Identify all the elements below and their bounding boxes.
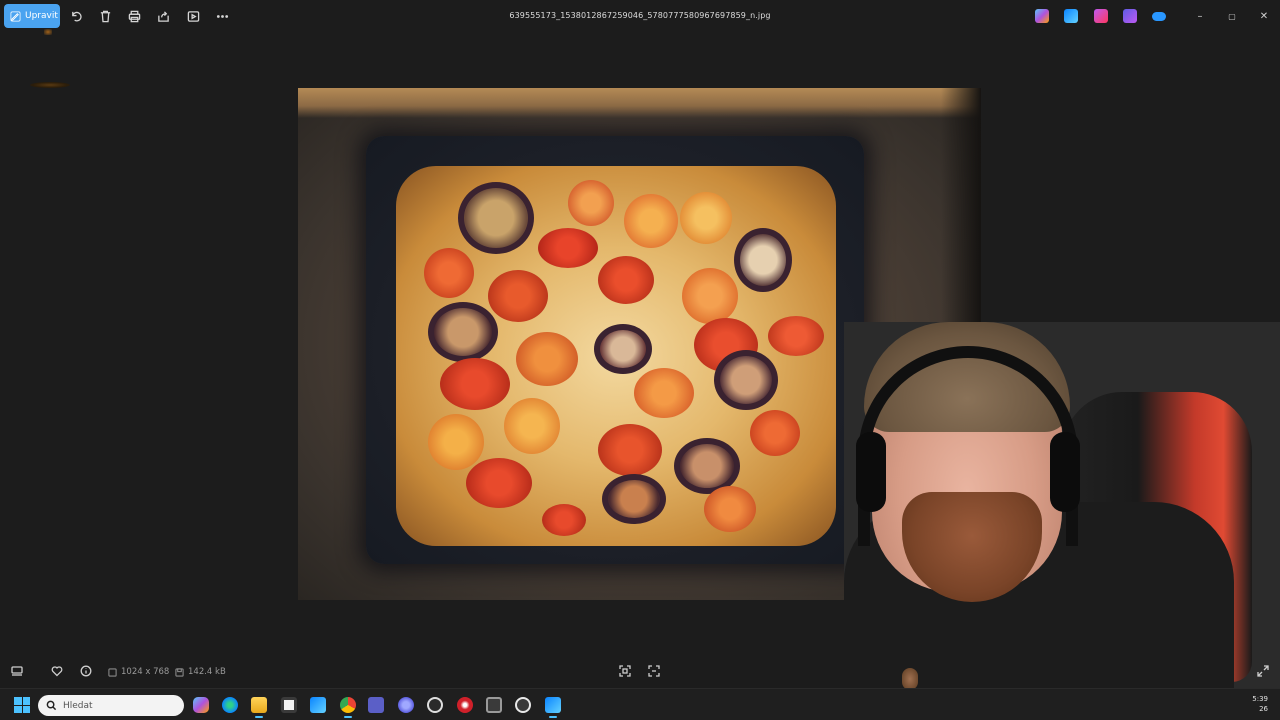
tomato-slice xyxy=(424,248,474,298)
photos-app: Upravit 639555173_1538012867259046_57807… xyxy=(0,0,1280,720)
shirt-pin xyxy=(902,668,918,690)
chrome-icon[interactable] xyxy=(340,697,356,718)
tomato-slice xyxy=(624,194,678,248)
image-dimensions: 1024 x 768 xyxy=(108,667,169,677)
teams-icon[interactable] xyxy=(368,697,384,713)
file-size: 142.4 kB xyxy=(175,667,226,677)
tomato-slice xyxy=(682,268,738,324)
copilot-icon[interactable] xyxy=(1035,9,1049,23)
tomato-slice xyxy=(598,256,654,304)
pepper-piece xyxy=(542,504,586,536)
file-name: 639555173_1538012867259046_5780777580967… xyxy=(509,11,771,20)
minimize-button[interactable]: – xyxy=(1192,8,1208,24)
tomato-slice xyxy=(428,414,484,470)
designer-icon[interactable] xyxy=(1094,9,1108,23)
baking-paper-edge xyxy=(298,88,981,118)
onedrive-icon[interactable] xyxy=(1152,12,1166,21)
search-placeholder: Hledat xyxy=(63,700,93,711)
onion-ring xyxy=(428,302,498,362)
clock-time: 5:39 xyxy=(1252,695,1268,703)
save-disk-icon xyxy=(175,667,184,677)
info-icon[interactable] xyxy=(79,664,93,678)
actual-size-icon[interactable] xyxy=(647,664,661,678)
tomato-slice xyxy=(568,180,614,226)
edge-icon[interactable] xyxy=(222,697,238,713)
image-artifact xyxy=(30,82,70,88)
clock-app-icon[interactable] xyxy=(515,697,531,713)
clipchamp-icon[interactable] xyxy=(1123,9,1137,23)
store-icon[interactable] xyxy=(281,697,297,713)
start-button[interactable] xyxy=(14,697,30,713)
onion-ring xyxy=(594,324,652,374)
close-button[interactable]: ✕ xyxy=(1256,8,1272,24)
copilot-taskbar-icon[interactable] xyxy=(193,697,209,713)
search-icon xyxy=(46,700,57,711)
taskbar: Hledat 5:39 26 xyxy=(0,688,1280,720)
file-explorer-icon[interactable] xyxy=(251,697,267,718)
title-bar: Upravit 639555173_1538012867259046_57807… xyxy=(0,0,1280,32)
headset-earcup xyxy=(856,432,886,512)
onion-ring xyxy=(714,350,778,410)
editor-app-icon[interactable] xyxy=(1064,9,1078,23)
headset-earcup xyxy=(1050,432,1080,512)
dimensions-icon xyxy=(108,667,117,677)
taskbar-search[interactable]: Hledat xyxy=(38,695,184,716)
tomato-slice xyxy=(634,368,694,418)
photos-app-icon[interactable] xyxy=(545,697,561,718)
windows-logo-icon xyxy=(22,697,30,705)
maximize-button[interactable]: ▢ xyxy=(1224,8,1240,24)
tomato-slice xyxy=(750,410,800,456)
fit-to-window-icon[interactable] xyxy=(618,664,632,678)
tomato-slice xyxy=(680,192,732,244)
pepper-piece xyxy=(466,458,532,508)
pepper-piece xyxy=(440,358,510,410)
tomato-slice xyxy=(704,486,756,532)
assistant-icon[interactable] xyxy=(398,697,414,713)
fullscreen-icon[interactable] xyxy=(1256,664,1270,678)
pepper-piece xyxy=(768,316,824,356)
tomato-slice xyxy=(504,398,560,454)
media-app-icon[interactable] xyxy=(457,697,473,713)
system-clock[interactable]: 5:39 26 xyxy=(1252,694,1268,714)
calculator-icon[interactable] xyxy=(486,697,502,713)
eggplant-slice xyxy=(458,182,534,254)
file-size-text: 142.4 kB xyxy=(188,667,226,677)
dimensions-text: 1024 x 768 xyxy=(121,667,170,677)
onion-ring xyxy=(734,228,792,292)
windows-logo-icon xyxy=(14,705,22,713)
mail-icon[interactable] xyxy=(310,697,326,713)
tomato-slice xyxy=(516,332,578,386)
webcam-overlay xyxy=(844,322,1280,720)
tomato-slice xyxy=(598,424,662,476)
tomato-slice xyxy=(488,270,548,322)
pepper-piece xyxy=(538,228,598,268)
image-artifact xyxy=(44,29,52,35)
windows-logo-icon xyxy=(14,697,22,705)
wordpress-icon[interactable] xyxy=(427,697,443,713)
filmstrip-icon[interactable] xyxy=(10,664,24,678)
clock-date: 26 xyxy=(1259,705,1268,713)
onion-ring xyxy=(602,474,666,524)
windows-logo-icon xyxy=(22,705,30,713)
favorite-icon[interactable] xyxy=(50,664,64,678)
